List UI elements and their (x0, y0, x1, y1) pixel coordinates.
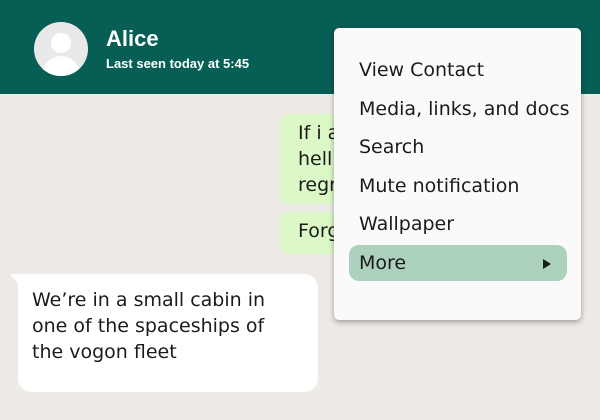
avatar-head-shape (51, 33, 71, 53)
message-line: We’re in a small cabin in (32, 289, 266, 311)
menu-item-wallpaper[interactable]: Wallpaper (349, 206, 567, 242)
incoming-message[interactable]: We’re in a small cabin in one of the spa… (18, 274, 318, 392)
menu-item-search[interactable]: Search (349, 129, 567, 165)
menu-item-label: Search (359, 136, 425, 158)
message-line: the vogon fleet (32, 341, 177, 363)
menu-item-view-contact[interactable]: View Contact (349, 52, 567, 88)
message-line: one of the spaceships of (32, 315, 265, 337)
menu-item-label: View Contact (359, 59, 485, 81)
menu-item-more[interactable]: More (349, 245, 567, 281)
contact-name[interactable]: Alice (106, 26, 159, 52)
menu-item-media-links-docs[interactable]: Media, links, and docs (349, 91, 570, 127)
menu-item-label: Media, links, and docs (359, 98, 570, 120)
menu-item-label: More (359, 252, 407, 274)
options-menu: View Contact Media, links, and docs Sear… (334, 28, 581, 320)
menu-item-mute-notification[interactable]: Mute notification (349, 168, 567, 204)
avatar-body-shape (42, 56, 80, 76)
menu-item-label: Mute notification (359, 175, 520, 197)
avatar[interactable] (34, 22, 88, 76)
submenu-arrow-icon (543, 259, 551, 269)
last-seen-status: Last seen today at 5:45 (106, 56, 250, 71)
menu-item-label: Wallpaper (359, 213, 455, 235)
